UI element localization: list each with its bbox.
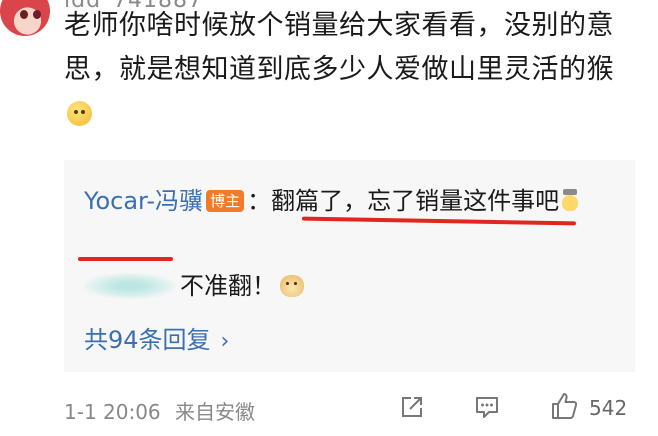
reply-item[interactable]: Yocar-冯骥 博主 ：翻篇了，忘了销量这件事吧 [84, 180, 624, 222]
author-badge: 博主 [206, 190, 245, 212]
comment-meta: 1-1 20:06 来自安徽 [64, 396, 255, 425]
like-count: 542 [589, 396, 628, 420]
chevron-right-icon: › [220, 329, 230, 354]
reply-box[interactable]: Yocar-冯骥 博主 ：翻篇了，忘了销量这件事吧 不准翻！ 共94条回复 › [64, 160, 635, 372]
reply-author-name[interactable]: Yocar-冯骥 [84, 187, 203, 215]
avatar-eye [20, 10, 28, 19]
like-icon[interactable] [548, 390, 580, 422]
avatar-eye [33, 10, 41, 19]
obscured-username [84, 273, 176, 299]
reply-separator: ： [247, 187, 272, 215]
view-more-replies-link[interactable]: 共94条回复 › [84, 320, 229, 355]
smirk-emoji-icon [67, 101, 92, 126]
location: 来自安徽 [175, 400, 256, 424]
comment-body: 老师你啥时候放个销量给大家看看，没别的意思，就是想知道到底多少人爱做山里灵活的猴 [64, 4, 636, 136]
avatar[interactable] [0, 0, 50, 36]
reply-text: 翻篇了，忘了销量这件事吧 [271, 187, 560, 215]
red-annotation-underline [78, 257, 173, 261]
share-icon[interactable] [398, 393, 426, 421]
doge-emoji-icon [280, 275, 304, 297]
hammer-emoji-icon [559, 189, 582, 211]
more-replies-label: 共94条回复 [84, 326, 211, 354]
comment-icon[interactable] [473, 393, 501, 421]
reply-item[interactable]: 不准翻！ [84, 268, 304, 304]
reply-text: 不准翻！ [180, 272, 276, 300]
comment-text: 老师你啥时候放个销量给大家看看，没别的意思，就是想知道到底多少人爱做山里灵活的猴 [64, 10, 614, 85]
timestamp: 1-1 20:06 [64, 400, 161, 424]
